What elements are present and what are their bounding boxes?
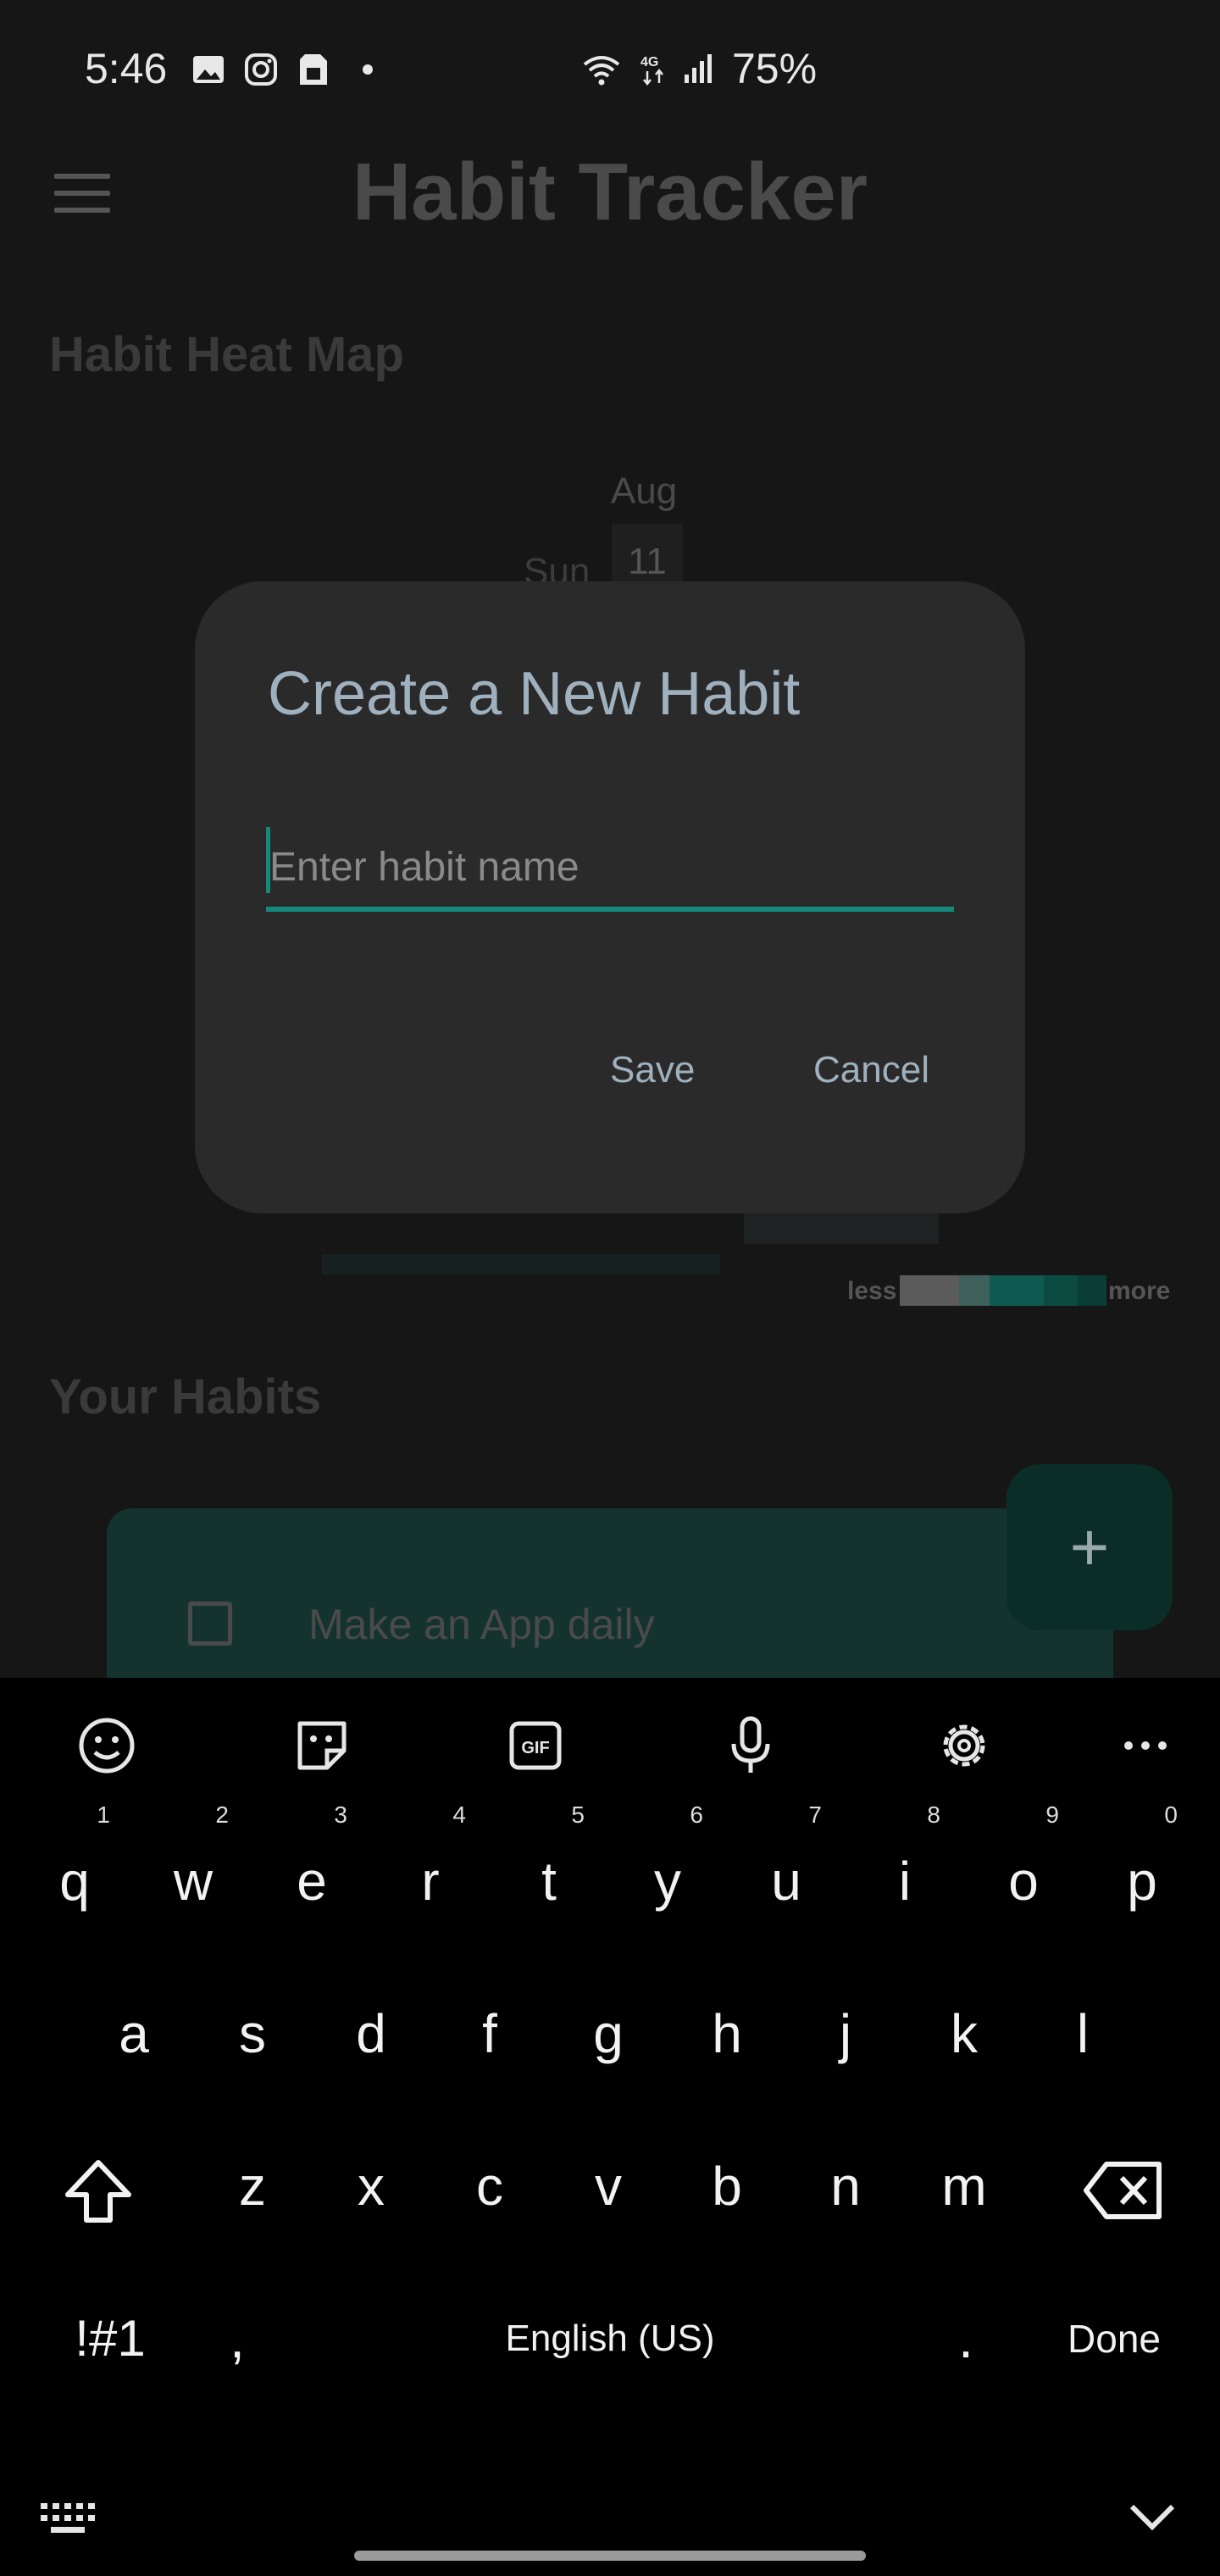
key[interactable]: o9 (973, 1803, 1074, 1940)
key[interactable]: b (676, 2127, 778, 2246)
chevron-down-icon[interactable] (1127, 2491, 1178, 2542)
habit-label: Make an App daily (308, 1601, 655, 1648)
legend-less-label: less (847, 1277, 897, 1305)
key[interactable]: c (439, 2127, 541, 2246)
legend-swatch-3 (1044, 1275, 1078, 1306)
shift-icon[interactable] (58, 2152, 139, 2234)
key-label: e (297, 1851, 327, 1912)
period-key[interactable]: . (932, 2288, 1000, 2390)
heatmap-month-label: Aug (610, 470, 678, 512)
done-key[interactable]: Done (1042, 2288, 1186, 2390)
key-hint: 1 (97, 1802, 110, 1828)
heatmap-section-title: Habit Heat Map (49, 327, 404, 382)
key[interactable]: x (320, 2127, 422, 2246)
microphone-icon[interactable] (717, 1712, 785, 1779)
4g-icon: 4G (640, 55, 663, 86)
home-indicator[interactable] (354, 2551, 866, 2561)
instagram-icon (245, 53, 277, 86)
key[interactable]: e3 (261, 1803, 363, 1940)
key-label: w (173, 1851, 214, 1912)
key-hint: 7 (808, 1802, 822, 1828)
key-label: r (421, 1851, 440, 1912)
key[interactable]: z (202, 2127, 303, 2246)
svg-text:GIF: GIF (521, 1739, 549, 1757)
key[interactable]: s (202, 1974, 303, 2093)
habit-name-input[interactable] (266, 827, 954, 912)
key-label: u (771, 1851, 801, 1912)
legend-more-label: more (1108, 1277, 1171, 1305)
create-habit-dialog: Create a New Habit Save Cancel (195, 581, 1025, 1213)
key-hint: 2 (215, 1802, 229, 1828)
add-habit-button[interactable]: + (1006, 1464, 1173, 1630)
settings-icon[interactable] (930, 1712, 998, 1779)
key-label: t (541, 1851, 557, 1912)
wifi-icon (583, 56, 620, 86)
key-label: y (654, 1851, 681, 1912)
key[interactable]: d (320, 1974, 422, 2093)
more-icon[interactable] (1112, 1712, 1179, 1779)
legend-swatch-2 (990, 1275, 1044, 1306)
battery-percent: 75% (732, 45, 818, 92)
notification-dot-icon (363, 64, 373, 75)
key-hint: 3 (334, 1802, 347, 1828)
status-bar: 5:46 4G 75% (0, 0, 1220, 144)
legend-swatch-0 (900, 1275, 959, 1306)
key[interactable]: v (557, 2127, 659, 2246)
sticker-icon[interactable] (288, 1712, 356, 1779)
keyboard-switch-icon[interactable] (39, 2500, 98, 2537)
app-title: Habit Tracker (352, 147, 868, 237)
gif-icon[interactable]: GIF (502, 1712, 569, 1779)
key[interactable]: f (439, 1974, 541, 2093)
key[interactable]: u7 (735, 1803, 837, 1940)
key-hint: 8 (927, 1802, 940, 1828)
emoji-icon[interactable] (73, 1712, 141, 1779)
legend-swatch-4 (1078, 1275, 1106, 1306)
svg-text:4G: 4G (640, 55, 658, 69)
soft-keyboard: GIF q1 w2 e3 r4 t5 y6 u7 i8 o9 p0 a s d … (0, 1678, 1220, 2576)
key[interactable]: y6 (617, 1803, 718, 1940)
habit-checkbox[interactable] (188, 1602, 232, 1646)
key[interactable]: a (83, 1974, 185, 2093)
save-button[interactable]: Save (593, 1039, 712, 1102)
key-hint: 9 (1045, 1802, 1059, 1828)
key-hint: 4 (452, 1802, 466, 1828)
backspace-icon[interactable] (1081, 2152, 1169, 2229)
key[interactable]: q1 (24, 1803, 125, 1940)
symbols-key[interactable]: !#1 (51, 2288, 169, 2390)
key[interactable]: p0 (1091, 1803, 1193, 1940)
key[interactable]: t5 (498, 1803, 600, 1940)
heatmap-scrollbar (322, 1254, 720, 1274)
key-label: o (1008, 1851, 1039, 1912)
key-label: p (1127, 1851, 1157, 1912)
dialog-title: Create a New Habit (268, 660, 801, 728)
key[interactable]: l (1032, 1974, 1134, 2093)
key-label: q (59, 1851, 90, 1912)
cancel-button[interactable]: Cancel (796, 1039, 946, 1102)
text-cursor (266, 827, 270, 893)
plus-icon: + (1069, 1509, 1110, 1585)
habits-section-title: Your Habits (49, 1369, 322, 1424)
signal-icon (685, 54, 712, 83)
key[interactable]: n (795, 2127, 896, 2246)
sim-card-icon (300, 54, 327, 85)
key[interactable]: r4 (380, 1803, 481, 1940)
key[interactable]: j (795, 1974, 896, 2093)
space-key[interactable]: English (US) (254, 2288, 966, 2390)
key-hint: 0 (1164, 1802, 1178, 1828)
key-hint: 6 (690, 1802, 703, 1828)
gallery-icon (193, 56, 224, 83)
key[interactable]: k (913, 1974, 1015, 2093)
key-hint: 5 (571, 1802, 585, 1828)
legend-swatch-1 (959, 1275, 990, 1306)
key[interactable]: g (557, 1974, 659, 2093)
status-time: 5:46 (85, 45, 168, 92)
key[interactable]: h (676, 1974, 778, 2093)
key[interactable]: m (913, 2127, 1015, 2246)
key[interactable]: w2 (142, 1803, 244, 1940)
key[interactable]: i8 (854, 1803, 956, 1940)
key-label: i (898, 1851, 912, 1912)
